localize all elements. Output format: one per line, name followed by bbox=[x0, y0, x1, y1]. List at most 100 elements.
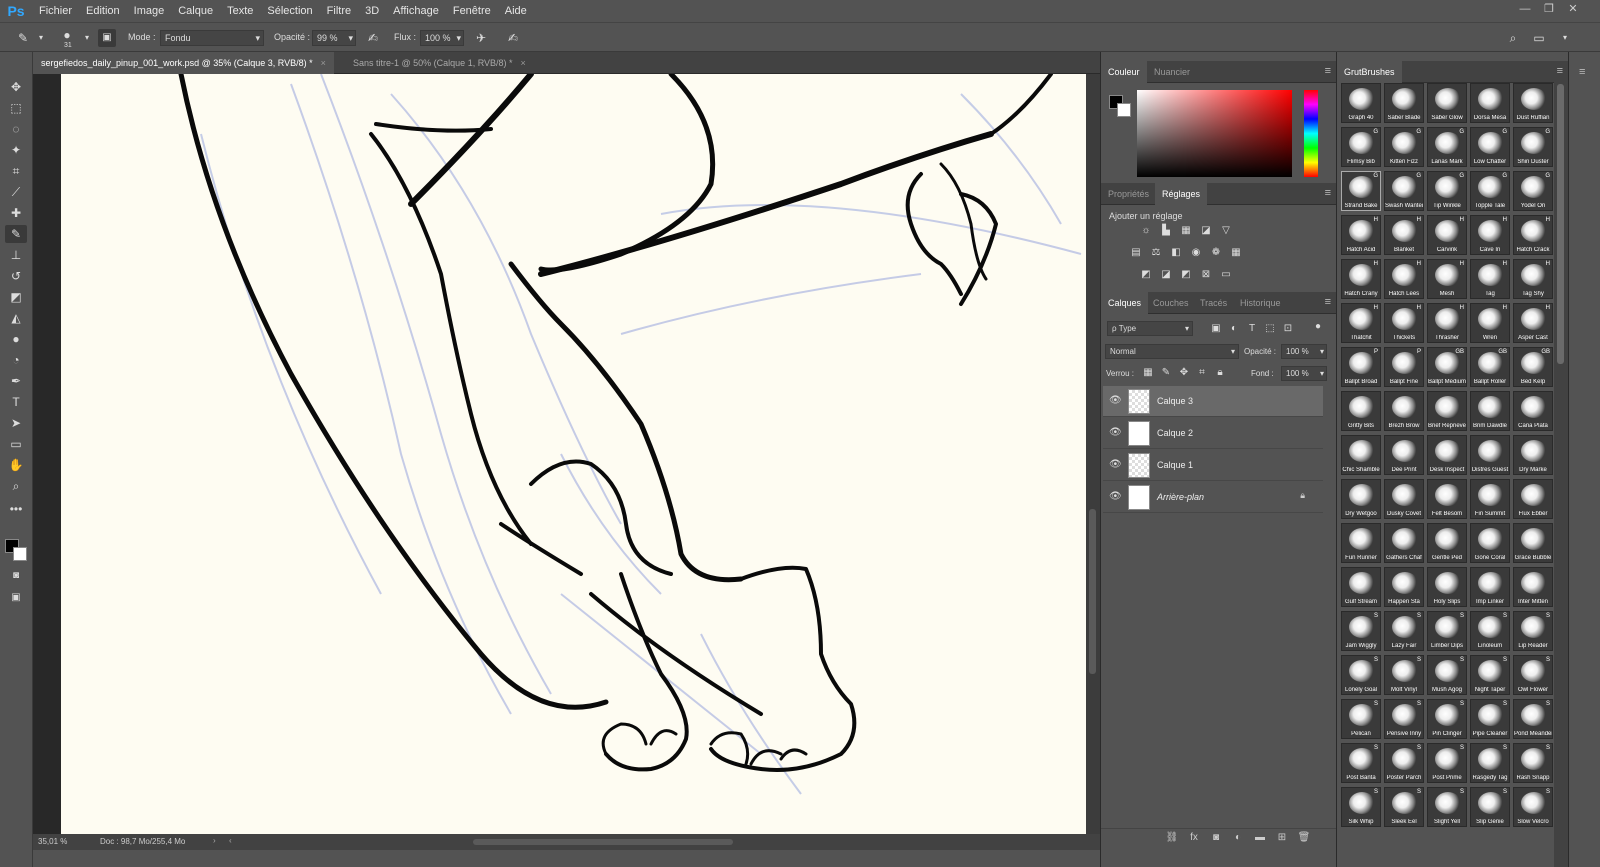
pen-tool-icon[interactable]: ✒ bbox=[5, 372, 27, 390]
brush-preset[interactable]: S Jam Wiggly bbox=[1341, 611, 1381, 651]
brush-preset[interactable]: Chic Shamble bbox=[1341, 435, 1381, 475]
brush-preset[interactable]: Brezh Brow bbox=[1384, 391, 1424, 431]
brush-preset[interactable]: H Mesh bbox=[1427, 259, 1467, 299]
brush-preset[interactable]: Cana Plata bbox=[1513, 391, 1553, 431]
brush-preset[interactable]: G Tip Winkle bbox=[1427, 171, 1467, 211]
brush-preset[interactable]: Felt Besom bbox=[1427, 479, 1467, 519]
filter-adjust-icon[interactable]: ◐ bbox=[1227, 323, 1241, 335]
brightness-icon[interactable]: ☼ bbox=[1139, 225, 1153, 237]
brush-preset[interactable]: S Pensive Inny bbox=[1384, 699, 1424, 739]
layer-row-arriere-plan[interactable]: 👁︎ Arrière-plan 🔒︎ bbox=[1103, 482, 1323, 513]
background-swatch[interactable] bbox=[1117, 103, 1131, 117]
brush-preset[interactable]: GB Ballpt Medium bbox=[1427, 347, 1467, 387]
brush-preset[interactable]: S Slip Genie bbox=[1470, 787, 1510, 827]
color-lookup-icon[interactable]: ▦ bbox=[1229, 247, 1243, 259]
eye-icon[interactable]: 👁︎ bbox=[1109, 491, 1122, 502]
filter-shape-icon[interactable]: ⬚ bbox=[1263, 323, 1277, 335]
hue-sat-icon[interactable]: ▤ bbox=[1129, 247, 1143, 259]
brush-preset[interactable]: G Low Chatter bbox=[1470, 127, 1510, 167]
tab-document-1[interactable]: sergefiedos_daily_pinup_001_work.psd @ 3… bbox=[33, 52, 334, 74]
brush-preset[interactable]: Dusky Covet bbox=[1384, 479, 1424, 519]
brush-preset[interactable]: G Flimsy Bib bbox=[1341, 127, 1381, 167]
brush-preset[interactable]: H Asper Cast bbox=[1513, 303, 1553, 343]
pressure-size-icon[interactable]: ✍ bbox=[504, 29, 522, 47]
brush-preset[interactable]: H Blanket bbox=[1384, 215, 1424, 255]
minimize-icon[interactable]: — bbox=[1514, 0, 1536, 18]
brush-preset[interactable]: G Yodel On bbox=[1513, 171, 1553, 211]
lock-all-icon[interactable]: 🔒︎ bbox=[1213, 367, 1227, 379]
brush-preset[interactable]: H Carvink bbox=[1427, 215, 1467, 255]
fx-icon[interactable]: fx bbox=[1187, 832, 1201, 843]
brush-preset[interactable]: S Rash Snapp bbox=[1513, 743, 1553, 783]
brush-preset[interactable]: S Lip Reader bbox=[1513, 611, 1553, 651]
layer-row-calque-1[interactable]: 👁︎ Calque 1 bbox=[1103, 450, 1323, 481]
brush-preset[interactable]: S Linoleum bbox=[1470, 611, 1510, 651]
brush-preset[interactable]: Inter Mitten bbox=[1513, 567, 1553, 607]
layer-row-calque-2[interactable]: 👁︎ Calque 2 bbox=[1103, 418, 1323, 449]
brush-preset[interactable]: S Owl Flower bbox=[1513, 655, 1553, 695]
brush-preset[interactable]: Desk Inspect bbox=[1427, 435, 1467, 475]
history-brush-tool-icon[interactable]: ↺ bbox=[5, 267, 27, 285]
brush-preset[interactable]: P Ballpt Broad bbox=[1341, 347, 1381, 387]
zoom-level[interactable]: 35,01 % bbox=[38, 837, 67, 846]
brush-tool-icon[interactable]: ✎ bbox=[14, 29, 32, 47]
brush-preset[interactable]: Gone Coral bbox=[1470, 523, 1510, 563]
brush-preset[interactable]: Saber Blade bbox=[1384, 83, 1424, 123]
brush-preset[interactable]: H Tag bbox=[1470, 259, 1510, 299]
trash-icon[interactable]: 🗑︎ bbox=[1297, 832, 1311, 843]
brush-preset[interactable]: S Pelican bbox=[1341, 699, 1381, 739]
menu-3d[interactable]: 3D bbox=[358, 0, 386, 22]
magic-wand-tool-icon[interactable]: ✦ bbox=[5, 141, 27, 159]
brush-preset[interactable]: S Lazy Fair bbox=[1384, 611, 1424, 651]
menu-aide[interactable]: Aide bbox=[498, 0, 534, 22]
brush-preset[interactable]: Imp Linker bbox=[1470, 567, 1510, 607]
layer-opacity-field[interactable]: 100 % ▾ bbox=[1281, 344, 1327, 359]
panel-menu-icon[interactable]: ≡ bbox=[1325, 296, 1331, 308]
vibrance-icon[interactable]: ▽ bbox=[1219, 225, 1233, 237]
chevron-down-icon[interactable]: ▾ bbox=[32, 29, 50, 47]
tab-historique[interactable]: Historique bbox=[1233, 292, 1288, 314]
brush-preset[interactable]: S Post Banta bbox=[1341, 743, 1381, 783]
tab-proprietes[interactable]: Propriétés bbox=[1101, 183, 1156, 205]
adjustment-layer-icon[interactable]: ◐ bbox=[1231, 832, 1245, 843]
close-icon[interactable]: ✕ bbox=[1562, 0, 1584, 18]
scrollbar-thumb[interactable] bbox=[1089, 509, 1096, 674]
brush-preset[interactable]: H Tag Shy bbox=[1513, 259, 1553, 299]
brush-preset[interactable]: S Pin Clinger bbox=[1427, 699, 1467, 739]
menu-fenetre[interactable]: Fenêtre bbox=[446, 0, 498, 22]
lock-pixels-icon[interactable]: ✎ bbox=[1159, 367, 1173, 379]
brush-preset[interactable]: GB Ballpt Roller bbox=[1470, 347, 1510, 387]
zoom-tool-icon[interactable]: ⌕ bbox=[5, 477, 27, 495]
scrollbar-thumb[interactable] bbox=[1557, 84, 1564, 364]
brush-preset[interactable]: S Pond Meander bbox=[1513, 699, 1553, 739]
new-group-icon[interactable]: ▬ bbox=[1253, 832, 1267, 843]
lasso-tool-icon[interactable]: ◌ bbox=[5, 120, 27, 138]
brush-preset[interactable]: S Limber Dips bbox=[1427, 611, 1467, 651]
selective-color-icon[interactable]: ⊠ bbox=[1199, 269, 1213, 281]
menu-texte[interactable]: Texte bbox=[220, 0, 260, 22]
paint-bucket-tool-icon[interactable]: ◭ bbox=[5, 309, 27, 327]
vertical-scrollbar[interactable] bbox=[1086, 74, 1100, 834]
panel-menu-icon[interactable]: ≡ bbox=[1579, 66, 1585, 78]
menu-image[interactable]: Image bbox=[127, 0, 172, 22]
fill-field[interactable]: 100 % ▾ bbox=[1281, 366, 1327, 381]
brush-preset[interactable]: H Cave In bbox=[1470, 215, 1510, 255]
invert-icon[interactable]: ◩ bbox=[1139, 269, 1153, 281]
clone-stamp-tool-icon[interactable]: ⊥ bbox=[5, 246, 27, 264]
hue-slider[interactable] bbox=[1304, 90, 1318, 177]
chevron-down-icon[interactable]: ▾ bbox=[1556, 29, 1574, 47]
brush-preset[interactable]: S Post Prime bbox=[1427, 743, 1467, 783]
brush-preset[interactable]: G Strand Bake bbox=[1341, 171, 1381, 211]
black-white-icon[interactable]: ◧ bbox=[1169, 247, 1183, 259]
pressure-opacity-icon[interactable]: ✍ bbox=[364, 29, 382, 47]
brush-preset[interactable]: Holy Slips bbox=[1427, 567, 1467, 607]
menu-edition[interactable]: Edition bbox=[79, 0, 127, 22]
brush-preset[interactable]: G Kitten Fizz bbox=[1384, 127, 1424, 167]
marquee-tool-icon[interactable]: ⬚ bbox=[5, 99, 27, 117]
brush-preset[interactable]: H Thatchit bbox=[1341, 303, 1381, 343]
brush-preset[interactable]: S Slight Yell bbox=[1427, 787, 1467, 827]
brush-preset[interactable]: Gritty Bits bbox=[1341, 391, 1381, 431]
scroll-left-icon[interactable]: ‹ bbox=[229, 836, 232, 845]
tab-calques[interactable]: Calques bbox=[1101, 292, 1149, 314]
document-canvas[interactable] bbox=[61, 74, 1086, 834]
